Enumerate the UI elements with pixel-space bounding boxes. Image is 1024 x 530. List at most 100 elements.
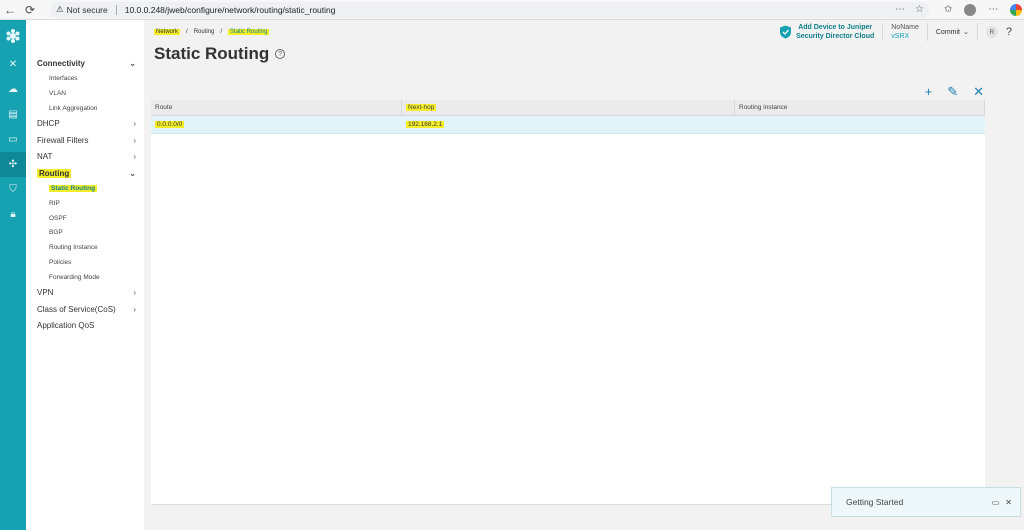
chevron-right-icon: › <box>133 152 136 162</box>
sidebar-item-routing-instance[interactable]: Routing Instance <box>26 240 144 255</box>
sidebar-item-label: Application QoS <box>37 321 95 331</box>
not-secure-label: Not secure <box>66 4 108 15</box>
cell-route: 0.0.0.0/0 <box>151 116 402 133</box>
sidebar-item-label: Static Routing <box>49 185 98 193</box>
getting-started-panel[interactable]: Getting Started ▭ ✕ <box>831 487 1021 517</box>
add-device-line2: Security Director Cloud <box>796 33 875 40</box>
grid-toolbar: + ✎ ✕ <box>925 84 984 100</box>
sidebar-item-label: NAT <box>37 152 53 162</box>
add-icon[interactable]: + <box>925 84 933 100</box>
device-type: vSRX <box>891 33 910 40</box>
sidebar-item-rip[interactable]: RIP <box>26 196 144 211</box>
chevron-down-icon: ⌄ <box>129 58 136 68</box>
sidebar-item-label: Routing <box>37 168 72 178</box>
chevron-down-icon: ⌄ <box>963 29 969 36</box>
sidebar-item-interfaces[interactable]: Interfaces <box>26 72 144 87</box>
help-question-icon[interactable]: ? <box>1006 26 1012 38</box>
copilot-icon[interactable] <box>1010 3 1023 16</box>
cell-routing-instance <box>735 116 985 133</box>
sidebar-item-label: Class of Service(CoS) <box>37 304 116 314</box>
reload-icon[interactable]: ⟳ <box>20 0 40 20</box>
page-title: Static Routing ? <box>154 44 286 64</box>
left-rail: ✕ ☁ ▤ ▭ ✣ ⛉ 🔒︎ <box>0 20 26 530</box>
chevron-right-icon: › <box>133 288 136 298</box>
device-icon[interactable]: ▭ <box>0 127 26 152</box>
chevron-right-icon: › <box>133 119 136 129</box>
table-row[interactable]: 0.0.0.0/0 192.168.2.1 <box>151 116 985 134</box>
sidebar-item-cos[interactable]: Class of Service(CoS) › <box>26 301 144 318</box>
extensions-icon[interactable]: ⋯ <box>988 4 998 15</box>
chevron-right-icon: › <box>133 304 136 314</box>
sidebar-item-firewall-filters[interactable]: Firewall Filters › <box>26 132 144 149</box>
commit-dropdown[interactable]: Commit ⌄ <box>935 28 969 37</box>
commit-label: Commit <box>935 28 960 36</box>
user-avatar[interactable]: R <box>985 26 998 38</box>
network-icon[interactable]: ✣ <box>0 152 26 177</box>
table-header: Route Next-hop Routing instance <box>151 100 985 116</box>
profile-avatar[interactable] <box>964 3 977 16</box>
shield-icon <box>780 25 792 39</box>
sidebar-item-label: Connectivity <box>37 58 86 68</box>
sidebar: Connectivity ⌄ Interfaces VLAN Link Aggr… <box>26 20 144 530</box>
sidebar-item-static-routing[interactable]: Static Routing <box>26 182 144 197</box>
edit-icon[interactable]: ✎ <box>947 84 958 100</box>
dashboard-icon[interactable]: ☁ <box>0 77 26 102</box>
sidebar-item-label: Firewall Filters <box>37 135 89 145</box>
sidebar-item-vlan[interactable]: VLAN <box>26 86 144 101</box>
header-divider <box>926 23 928 41</box>
breadcrumb-network[interactable]: Network <box>154 29 181 35</box>
sidebar-item-vpn[interactable]: VPN › <box>26 284 144 301</box>
main-content: Network / Routing / Static Routing Stati… <box>144 20 1024 530</box>
sidebar-item-forwarding-mode[interactable]: Forwarding Mode <box>26 270 144 285</box>
not-secure-indicator[interactable]: ⚠ Not secure <box>56 4 108 15</box>
header-divider <box>976 23 978 41</box>
column-header-routing-instance[interactable]: Routing instance <box>735 100 985 115</box>
maximize-icon[interactable]: ▭ <box>992 498 1000 507</box>
security-policy-icon[interactable]: ⛉ <box>0 177 26 202</box>
add-device-line1: Add Device to Juniper <box>798 24 873 31</box>
more-options-icon[interactable]: ⋯ <box>895 4 905 15</box>
cell-text: 192.168.2.1 <box>406 121 445 128</box>
sidebar-item-nat[interactable]: NAT › <box>26 149 144 166</box>
warning-icon: ⚠ <box>56 4 64 14</box>
breadcrumb-current: Static Routing <box>228 29 270 35</box>
browser-toolbar: ← ⟳ ⚠ Not secure 10.0.0.248/jweb/configu… <box>0 0 1024 20</box>
close-icon[interactable]: ✕ <box>0 52 26 77</box>
sidebar-item-application-qos[interactable]: Application QoS <box>26 317 144 334</box>
address-bar[interactable]: ⚠ Not secure 10.0.0.248/jweb/configure/n… <box>50 1 930 18</box>
bookmark-star-icon[interactable]: ☆ <box>915 4 924 15</box>
sidebar-item-link-aggregation[interactable]: Link Aggregation <box>26 101 144 116</box>
breadcrumb-separator: / <box>186 29 188 35</box>
sidebar-item-dhcp[interactable]: DHCP › <box>26 116 144 133</box>
header-actions: Add Device to Juniper Security Director … <box>779 23 1012 41</box>
breadcrumb-routing[interactable]: Routing <box>194 29 215 35</box>
favorites-icon[interactable]: ✩ <box>944 4 952 15</box>
device-info: NoName vSRX <box>891 23 919 41</box>
monitor-icon[interactable]: ▤ <box>0 102 26 127</box>
column-header-label: Next-hop <box>406 104 437 111</box>
sidebar-item-routing[interactable]: Routing ⌄ <box>26 165 144 182</box>
cell-next-hop: 192.168.2.1 <box>402 116 735 133</box>
lock-icon[interactable]: 🔒︎ <box>0 202 26 227</box>
column-header-route[interactable]: Route <box>151 100 402 115</box>
back-icon[interactable]: ← <box>0 0 20 20</box>
chevron-down-icon: ⌄ <box>129 168 136 178</box>
help-icon[interactable]: ? <box>275 49 286 59</box>
address-separator <box>115 4 117 15</box>
column-header-next-hop[interactable]: Next-hop <box>402 100 735 115</box>
add-device-button[interactable]: Add Device to Juniper Security Director … <box>779 23 874 41</box>
sidebar-item-policies[interactable]: Policies <box>26 255 144 270</box>
sidebar-item-label: DHCP <box>37 119 60 129</box>
header-divider <box>882 23 884 41</box>
sidebar-item-ospf[interactable]: OSPF <box>26 211 144 226</box>
static-routes-table: Route Next-hop Routing instance 0.0.0.0/… <box>151 100 985 505</box>
close-icon[interactable]: ✕ <box>1005 498 1012 507</box>
sidebar-item-bgp[interactable]: BGP <box>26 226 144 241</box>
cell-text: 0.0.0.0/0 <box>155 121 185 128</box>
sidebar-item-connectivity[interactable]: Connectivity ⌄ <box>26 55 144 72</box>
page-title-text: Static Routing <box>154 44 270 63</box>
delete-icon[interactable]: ✕ <box>973 84 984 100</box>
getting-started-label: Getting Started <box>846 497 904 507</box>
breadcrumb: Network / Routing / Static Routing <box>154 29 270 35</box>
url-text[interactable]: 10.0.0.248/jweb/configure/network/routin… <box>125 5 895 15</box>
